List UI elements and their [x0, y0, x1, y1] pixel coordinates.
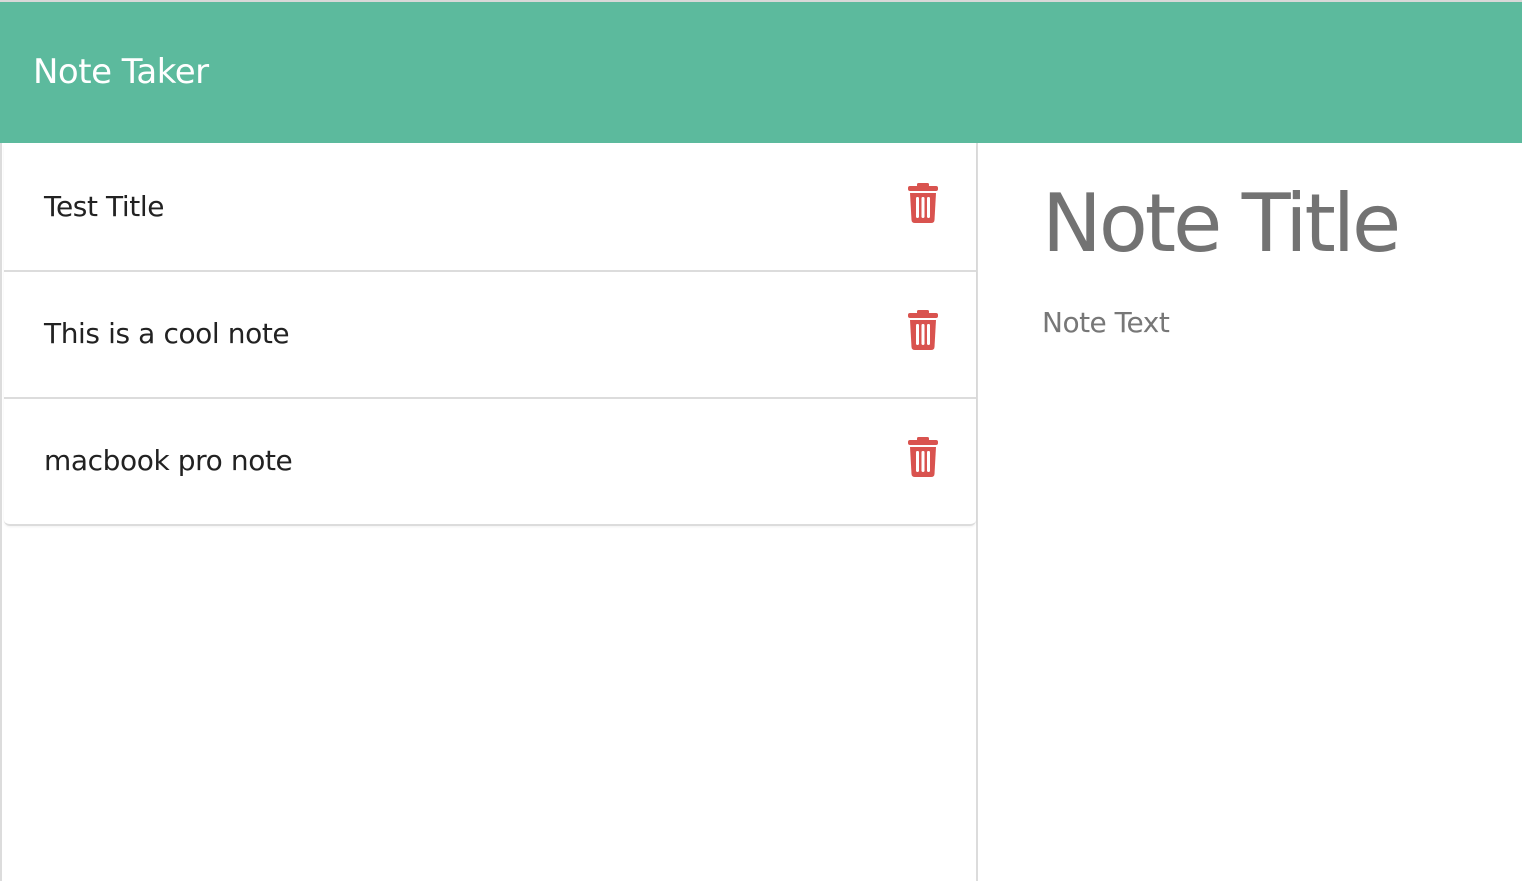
note-text-area[interactable]: Note Text	[1042, 303, 1502, 803]
trash-icon[interactable]	[906, 437, 940, 477]
list-item[interactable]: This is a cool note	[4, 272, 976, 399]
trash-icon[interactable]	[906, 183, 940, 223]
note-list-title[interactable]: This is a cool note	[44, 314, 290, 354]
page: Note Taker Test Title This is a cool not…	[0, 0, 1522, 881]
note-list-title[interactable]: macbook pro note	[44, 441, 293, 481]
note-list-title[interactable]: Test Title	[44, 187, 164, 227]
trash-icon[interactable]	[906, 310, 940, 350]
list-item[interactable]: macbook pro note	[4, 399, 976, 524]
note-title-input[interactable]	[1042, 169, 1512, 279]
note-list: Test Title This is a cool note macbook p…	[4, 145, 976, 526]
brand-link[interactable]: Note Taker	[33, 52, 209, 92]
list-item[interactable]: Test Title	[4, 145, 976, 272]
navbar: Note Taker	[0, 2, 1522, 143]
note-list-column: Test Title This is a cool note macbook p…	[0, 143, 978, 881]
note-editor: Note Text	[978, 143, 1522, 881]
